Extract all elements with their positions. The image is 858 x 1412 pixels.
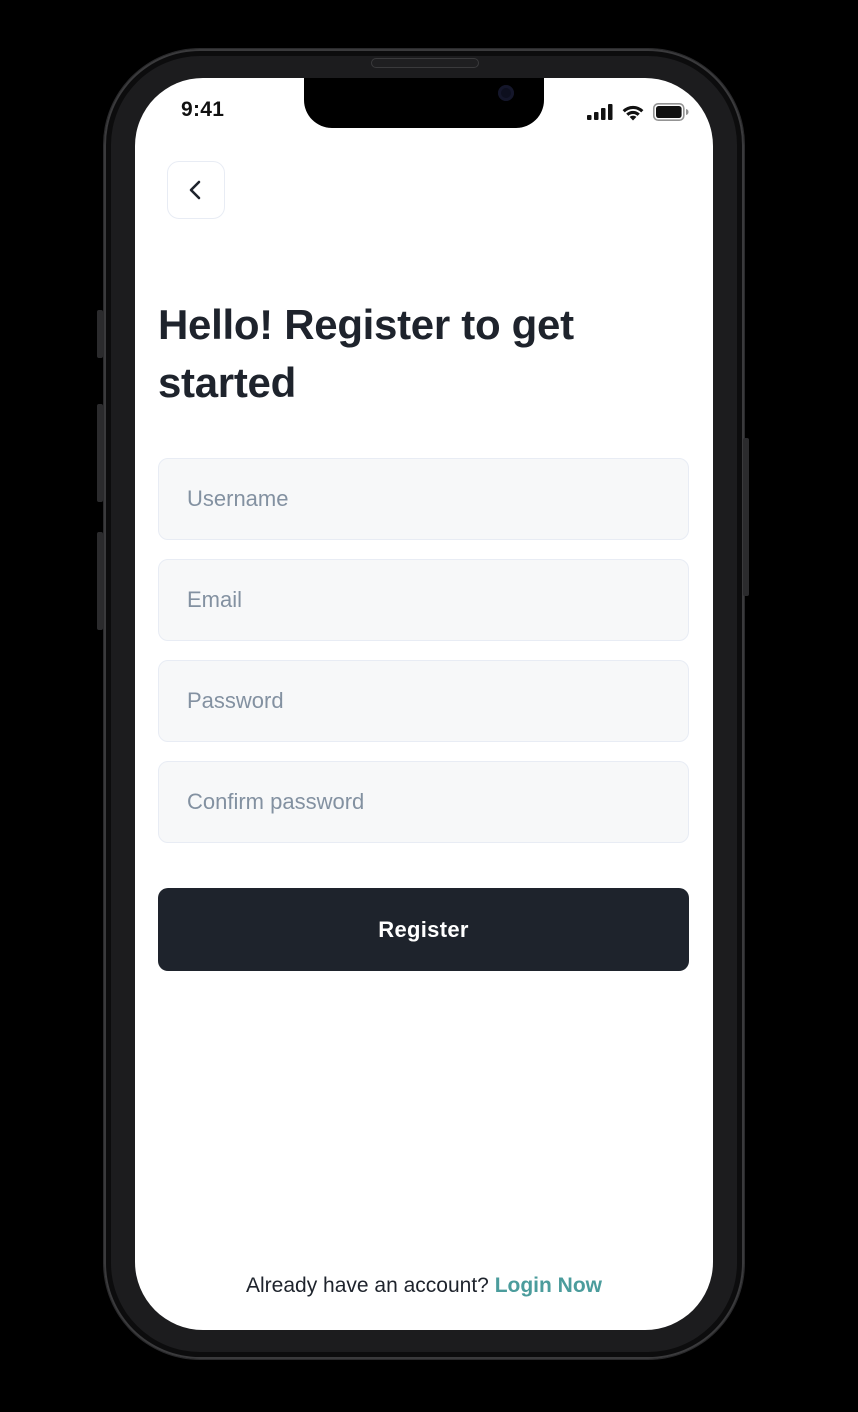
- chevron-left-icon: [189, 180, 201, 200]
- volume-up-button: [97, 404, 103, 502]
- earpiece-speaker: [371, 58, 479, 68]
- status-time: 9:41: [181, 98, 225, 121]
- power-button: [743, 438, 749, 596]
- register-button[interactable]: Register: [158, 888, 689, 971]
- email-field[interactable]: [158, 559, 689, 641]
- mute-switch: [97, 310, 103, 358]
- page-title: Hello! Register to get started: [158, 301, 574, 406]
- wifi-icon: [622, 105, 644, 120]
- cellular-signal-icon: [587, 104, 613, 120]
- front-camera: [498, 85, 514, 101]
- back-button[interactable]: [167, 161, 225, 219]
- login-prompt-text: Already have an account?: [246, 1274, 489, 1297]
- username-field[interactable]: [158, 458, 689, 540]
- login-now-link[interactable]: Login Now: [495, 1274, 602, 1297]
- app-screen: 9:41 Hello! Register to get started Regi…: [135, 78, 713, 1330]
- notch: [304, 78, 544, 128]
- volume-down-button: [97, 532, 103, 630]
- login-prompt: Already have an account? Login Now: [135, 1274, 713, 1298]
- password-field[interactable]: [158, 660, 689, 742]
- confirm-password-field[interactable]: [158, 761, 689, 843]
- status-icons: [587, 102, 689, 122]
- battery-icon: [653, 103, 689, 121]
